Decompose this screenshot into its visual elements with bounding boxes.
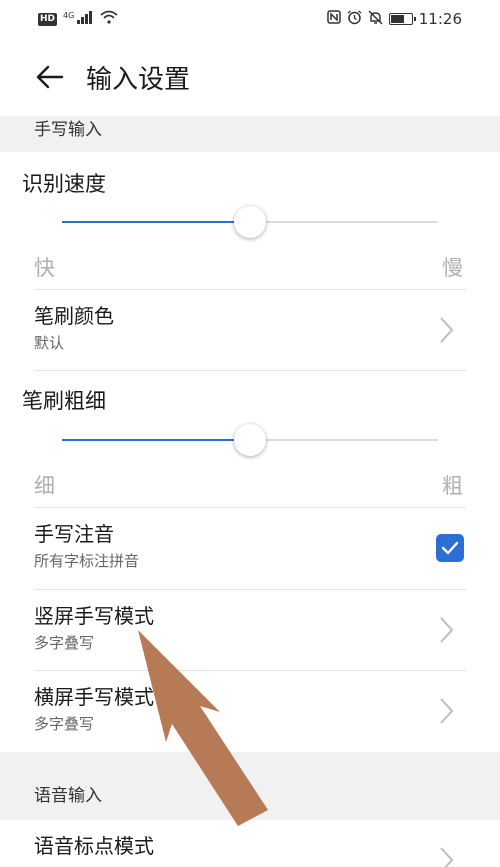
page-title: 输入设置	[86, 64, 191, 95]
section-header-handwriting: 手写输入	[0, 116, 500, 152]
chevron-right-icon	[440, 847, 454, 867]
chevron-right-icon	[440, 698, 454, 724]
phonetic-title: 手写注音	[34, 522, 114, 546]
speed-slider[interactable]	[62, 202, 438, 242]
speed-max-label: 慢	[442, 256, 463, 280]
status-bar: HD 4G 11:26	[0, 0, 500, 38]
checkmark-icon	[441, 541, 459, 555]
brush-width-slider[interactable]	[62, 420, 438, 460]
portrait-mode-title: 竖屏手写模式	[34, 604, 154, 628]
app-bar: 输入设置	[0, 38, 500, 116]
voice-punctuation-title: 语音标点模式	[34, 834, 154, 858]
slider-fill	[62, 221, 250, 223]
network-type: 4G	[63, 11, 75, 21]
status-bar-left: HD 4G	[38, 10, 118, 28]
back-button[interactable]	[28, 55, 72, 99]
phonetic-row[interactable]: 手写注音 所有字标注拼音	[0, 508, 500, 588]
brush-color-texts: 笔刷颜色 默认	[34, 302, 114, 354]
portrait-mode-row[interactable]: 竖屏手写模式 多字叠写	[0, 590, 500, 670]
width-min-label: 细	[34, 474, 55, 498]
nfc-icon	[327, 10, 341, 28]
brush-color-row[interactable]: 笔刷颜色 默认	[0, 290, 500, 370]
wifi-icon	[100, 10, 118, 28]
alarm-icon	[347, 9, 362, 29]
brush-color-title: 笔刷颜色	[34, 304, 114, 328]
landscape-mode-texts: 横屏手写模式 多字叠写	[34, 683, 154, 735]
width-slider-label: 笔刷粗细	[22, 389, 106, 413]
chevron-right-icon	[440, 317, 454, 343]
divider	[34, 370, 466, 371]
slider-thumb[interactable]	[234, 206, 266, 238]
phonetic-texts: 手写注音 所有字标注拼音	[34, 520, 139, 572]
landscape-mode-row[interactable]: 横屏手写模式 多字叠写	[0, 671, 500, 751]
phonetic-checkbox[interactable]	[436, 534, 464, 562]
phonetic-subtitle: 所有字标注拼音	[34, 552, 140, 570]
width-max-label: 粗	[442, 474, 463, 498]
status-bar-right: 11:26	[327, 9, 462, 29]
status-time: 11:26	[418, 10, 462, 28]
landscape-mode-value: 多字叠写	[34, 715, 95, 733]
signal-icon: 4G	[63, 10, 94, 28]
section-header-voice: 语音输入	[0, 752, 500, 820]
slider-fill	[62, 439, 250, 441]
hd-badge: HD	[38, 12, 58, 26]
portrait-mode-value: 多字叠写	[34, 634, 95, 652]
speed-min-label: 快	[34, 256, 55, 280]
battery-icon	[388, 13, 416, 25]
portrait-mode-texts: 竖屏手写模式 多字叠写	[34, 602, 154, 654]
voice-punctuation-row[interactable]: 语音标点模式	[0, 820, 500, 867]
mute-icon	[368, 10, 383, 29]
chevron-right-icon	[440, 617, 454, 643]
voice-punctuation-texts: 语音标点模式	[34, 832, 154, 860]
slider-thumb[interactable]	[234, 424, 266, 456]
landscape-mode-title: 横屏手写模式	[34, 685, 154, 709]
back-arrow-icon	[36, 65, 64, 89]
brush-color-value: 默认	[34, 334, 65, 352]
speed-slider-label: 识别速度	[22, 172, 106, 196]
